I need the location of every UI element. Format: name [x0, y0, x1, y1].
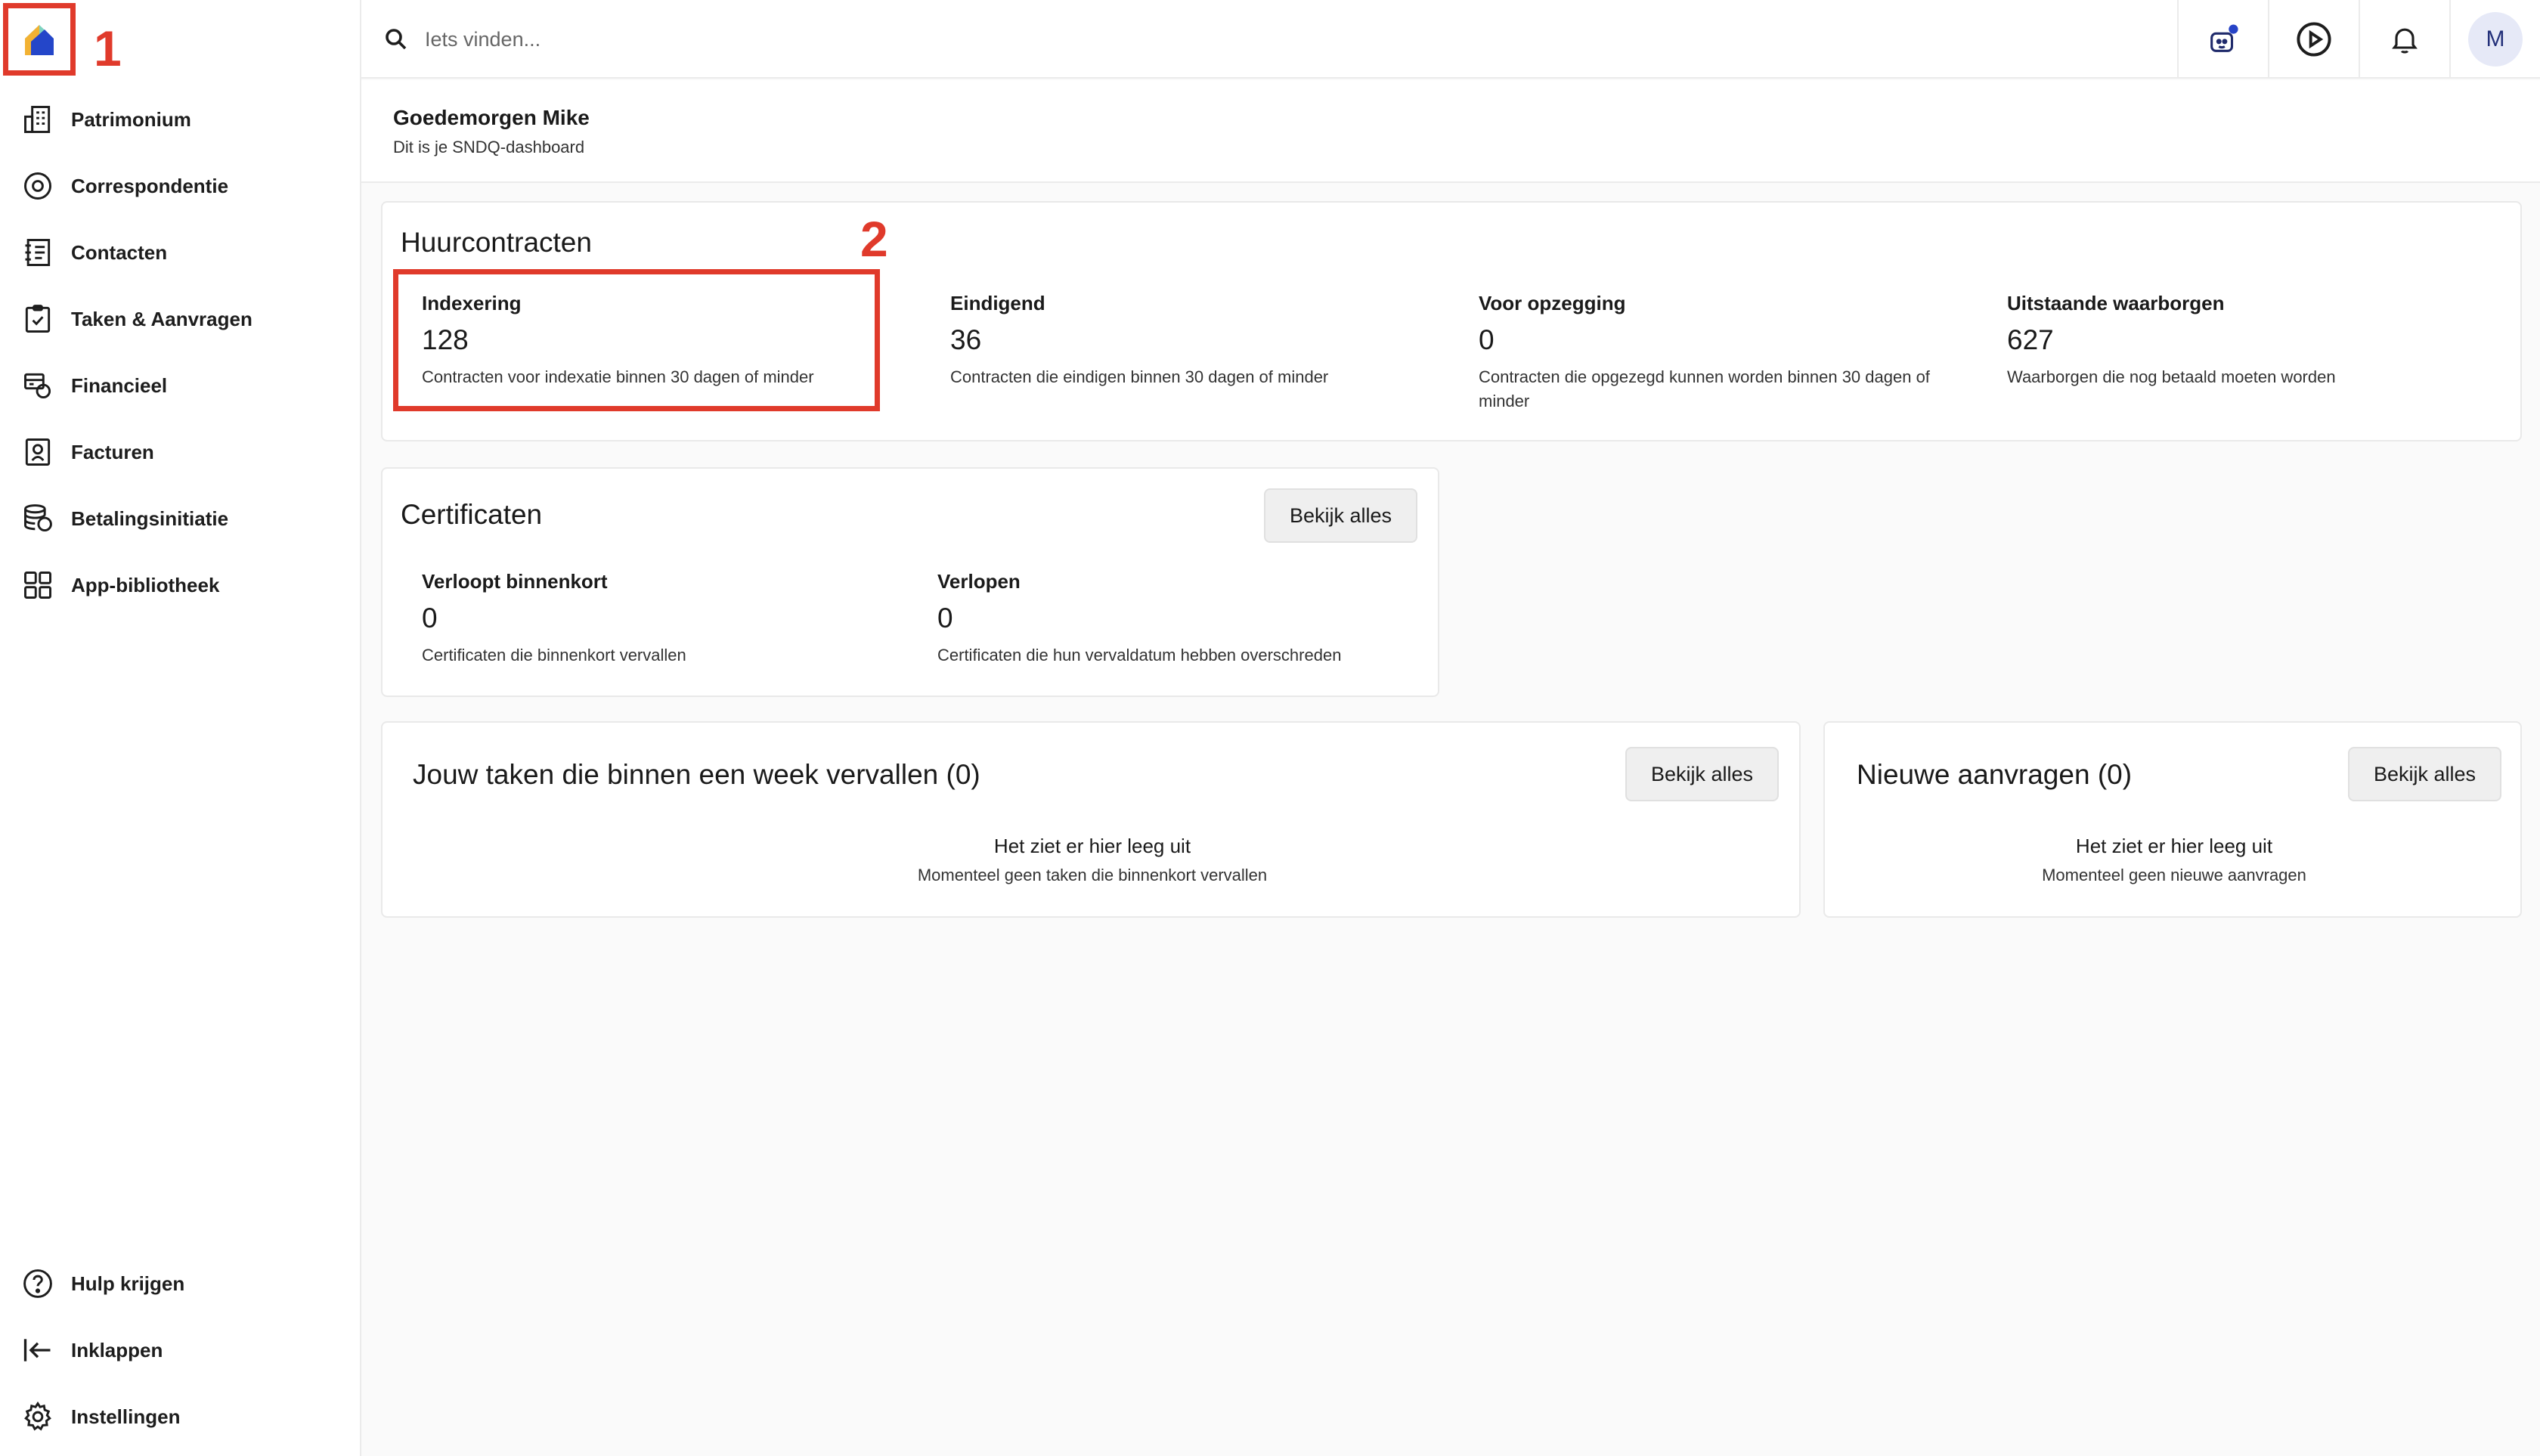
nav-item-contacten[interactable]: Contacten: [21, 228, 167, 277]
empty-state-title: Het ziet er hier leeg uit: [2075, 835, 2273, 857]
nav-label: Correspondentie: [71, 174, 229, 197]
taken-card: Jouw taken die binnen een week vervallen…: [381, 721, 1801, 918]
stat-voor-opzegging[interactable]: Voor opzegging 0 Contracten die opgezegd…: [1479, 292, 1962, 414]
top-bar: M: [361, 0, 2540, 79]
stat-verloopt-binnenkort[interactable]: Verloopt binnenkort 0 Certificaten die b…: [422, 570, 891, 668]
stat-label: Voor opzegging: [1479, 292, 1626, 314]
empty-state-subtitle: Momenteel geen taken die binnenkort verv…: [917, 866, 1268, 884]
stat-uitstaande-waarborgen[interactable]: Uitstaande waarborgen 627 Waarborgen die…: [2007, 292, 2491, 389]
stat-description: Certificaten die hun vervaldatum hebben …: [937, 646, 1342, 664]
contacts-book-icon: [25, 239, 51, 266]
certificaten-card: Certificaten Bekijk alles Verloopt binne…: [381, 467, 1439, 697]
nav-item-app-bibliotheek[interactable]: App-bibliotheek: [21, 561, 219, 609]
nav-label: Facturen: [71, 440, 154, 463]
card-title: Certificaten: [401, 499, 543, 530]
nav-item-financieel[interactable]: Financieel: [21, 361, 167, 410]
nav-label: Taken & Aanvragen: [71, 307, 252, 330]
nav-item-taken-aanvragen[interactable]: Taken & Aanvragen: [21, 295, 252, 343]
clipboard-check-icon: [25, 305, 51, 333]
nav-item-inklappen[interactable]: Inklappen: [21, 1326, 163, 1374]
taken-bekijk-alles-button[interactable]: Bekijk alles: [1625, 747, 1780, 801]
greeting-subtitle: Dit is je SNDQ-dashboard: [393, 138, 585, 156]
nav-item-hulp-krijgen[interactable]: Hulp krijgen: [21, 1259, 184, 1308]
stat-verlopen[interactable]: Verlopen 0 Certificaten die hun vervalda…: [937, 570, 1421, 668]
nav-item-patrimonium[interactable]: Patrimonium: [21, 95, 191, 144]
sidebar: 1 Patrimonium Correspondentie Contacten …: [0, 0, 361, 1456]
search-bar: [383, 17, 1441, 62]
nav-item-instellingen[interactable]: Instellingen: [21, 1392, 180, 1441]
nav-item-facturen[interactable]: Facturen: [21, 428, 154, 476]
nav-label: Financieel: [71, 373, 168, 397]
message-circle-icon: [24, 172, 51, 200]
nav-item-correspondentie[interactable]: Correspondentie: [21, 162, 228, 210]
nav-item-betalingsinitiatie[interactable]: Betalingsinitiatie: [21, 494, 228, 543]
aanvragen-card: Nieuwe aanvragen (0) Bekijk alles Het zi…: [1823, 721, 2522, 918]
empty-state: Het ziet er hier leeg uit Momenteel geen…: [383, 835, 1802, 885]
nav-label: Betalingsinitiatie: [71, 507, 229, 530]
notifications-button[interactable]: [2359, 0, 2449, 79]
empty-state-subtitle: Momenteel geen nieuwe aanvragen: [2042, 866, 2306, 884]
bell-icon: [2392, 28, 2418, 54]
stat-eindigend[interactable]: Eindigend 36 Contracten die eindigen bin…: [950, 292, 1442, 389]
nav-label: Patrimonium: [71, 107, 191, 131]
stat-value: 0: [937, 603, 953, 634]
annotation-number-2: 2: [860, 211, 888, 267]
nav-label: Contacten: [71, 240, 168, 264]
card-title: Jouw taken die binnen een week vervallen…: [413, 759, 980, 790]
coins-stack-icon: [24, 504, 52, 532]
building-icon: [24, 106, 51, 133]
settings-gear-icon: [24, 1401, 51, 1431]
stat-description: Contracten die eindigen binnen 30 dagen …: [950, 367, 1329, 386]
greeting-title: Goedemorgen Mike: [393, 106, 590, 129]
invoice-icon: [25, 438, 51, 466]
nav-label: Hulp krijgen: [71, 1272, 185, 1295]
stat-value: 0: [422, 603, 438, 634]
stat-value: 0: [1479, 324, 1495, 355]
stat-label: Uitstaande waarborgen: [2007, 292, 2225, 314]
annotation-highlight-box: [393, 269, 880, 411]
greeting-header: Goedemorgen Mike Dit is je SNDQ-dashboar…: [361, 80, 2540, 183]
play-circle-icon: [2297, 22, 2331, 57]
grid-icon: [24, 572, 51, 599]
assistant-button[interactable]: [2177, 0, 2268, 79]
logo-highlight: [3, 3, 76, 76]
play-video-button[interactable]: [2268, 0, 2359, 79]
aanvragen-bekijk-alles-button[interactable]: Bekijk alles: [2348, 747, 2502, 801]
certificaten-bekijk-alles-button[interactable]: Bekijk alles: [1264, 488, 1418, 543]
search-input[interactable]: [425, 27, 1332, 51]
stat-value: 627: [2007, 324, 2054, 355]
stat-label: Verlopen: [937, 570, 1021, 593]
search-icon: [386, 29, 407, 50]
collapse-left-icon: [23, 1339, 51, 1362]
nav-label: Inklappen: [71, 1338, 163, 1362]
stat-description: Contracten die opgezegd kunnen worden bi…: [1479, 367, 1930, 410]
assistant-bot-icon: [2210, 24, 2238, 52]
annotation-number-1: 1: [94, 20, 122, 76]
card-title: Nieuwe aanvragen (0): [1857, 759, 2133, 790]
stat-description: Waarborgen die nog betaald moeten worden: [2007, 367, 2336, 386]
app-logo-icon[interactable]: [19, 19, 60, 60]
stat-value: 36: [950, 324, 982, 355]
nav-label: App-bibliotheek: [71, 573, 220, 596]
user-menu-button[interactable]: M: [2449, 0, 2540, 79]
stat-label: Eindigend: [950, 292, 1045, 314]
stat-label: Verloopt binnenkort: [422, 570, 608, 593]
empty-state-title: Het ziet er hier leeg uit: [993, 835, 1191, 857]
empty-state: Het ziet er hier leeg uit Momenteel geen…: [1825, 835, 2523, 885]
finance-icon: [24, 373, 51, 399]
help-circle-icon: [23, 1269, 52, 1298]
card-title: Huurcontracten: [401, 227, 592, 258]
stat-description: Certificaten die binnenkort vervallen: [422, 646, 686, 664]
avatar: M: [2468, 12, 2523, 67]
nav-label: Instellingen: [71, 1405, 181, 1428]
